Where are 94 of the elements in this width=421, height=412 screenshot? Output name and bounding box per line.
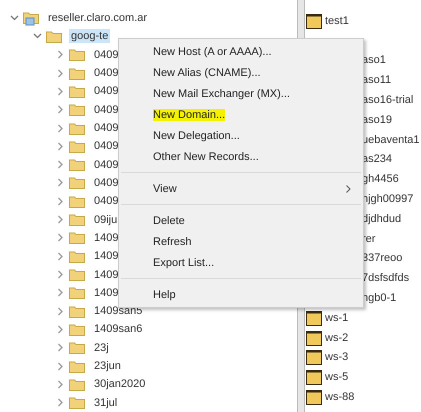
list-item[interactable]: 337reoo bbox=[362, 252, 402, 264]
expand-icon[interactable] bbox=[56, 306, 65, 316]
folder-icon bbox=[69, 103, 85, 116]
expand-icon[interactable] bbox=[56, 380, 65, 389]
folder-icon bbox=[69, 84, 85, 98]
list-item[interactable]: ws-88 bbox=[325, 391, 354, 404]
tree-item[interactable]: 0409 bbox=[92, 84, 120, 98]
tree-item[interactable]: 0409 bbox=[92, 158, 120, 172]
folder-icon bbox=[306, 389, 322, 406]
tree-item[interactable]: reseller.claro.com.ar bbox=[46, 11, 150, 26]
folder-icon bbox=[69, 140, 85, 153]
expand-icon[interactable] bbox=[56, 105, 65, 114]
tree-item[interactable]: 1409 bbox=[92, 230, 120, 245]
list-item[interactable]: ws-5 bbox=[325, 371, 348, 384]
tree-item[interactable]: 31jul bbox=[92, 396, 120, 410]
folder-icon bbox=[306, 310, 322, 326]
tree-item[interactable]: 0409 bbox=[92, 66, 120, 80]
tree-item[interactable]: 30jan2020 bbox=[92, 377, 148, 392]
folder-icon bbox=[306, 349, 322, 366]
tree-item[interactable]: 1409 bbox=[92, 249, 120, 264]
list-item[interactable]: ws-3 bbox=[325, 351, 348, 364]
folder-icon bbox=[69, 213, 85, 226]
tree-item[interactable]: 0409 bbox=[92, 139, 120, 154]
list-item[interactable]: 7dsfsdfds bbox=[362, 272, 410, 284]
expand-icon[interactable] bbox=[56, 398, 65, 408]
folder-icon bbox=[69, 231, 85, 244]
menu-item[interactable]: Refresh bbox=[119, 231, 363, 252]
list-item[interactable]: ws-2 bbox=[325, 332, 348, 344]
list-item[interactable]: test1 bbox=[325, 14, 349, 27]
expand-icon[interactable] bbox=[56, 124, 65, 133]
expand-icon[interactable] bbox=[56, 86, 65, 96]
folder-icon bbox=[69, 158, 85, 172]
folder-icon bbox=[69, 194, 85, 208]
folder-icon bbox=[69, 341, 85, 354]
tree-item[interactable]: 09iju bbox=[92, 212, 120, 227]
folder-icon bbox=[306, 330, 322, 346]
menu-item[interactable]: New Host (A or AAAA)... bbox=[119, 41, 363, 62]
menu-item[interactable]: View bbox=[119, 178, 363, 199]
tree-item[interactable]: 0409 bbox=[92, 194, 120, 208]
tree-item[interactable]: 0409 bbox=[92, 176, 120, 190]
menu-item[interactable]: Other New Records... bbox=[119, 146, 363, 167]
expand-icon[interactable] bbox=[56, 270, 65, 280]
expand-icon[interactable] bbox=[56, 252, 65, 261]
expand-icon[interactable] bbox=[56, 68, 65, 78]
tree-item[interactable]: 0409 bbox=[92, 121, 120, 136]
menu-item[interactable]: New Delegation... bbox=[119, 125, 363, 146]
list-item[interactable]: hjgh00997 bbox=[362, 193, 414, 206]
folder-icon bbox=[69, 48, 85, 62]
folder-icon bbox=[69, 268, 85, 282]
expand-icon[interactable] bbox=[56, 288, 65, 298]
collapse-icon[interactable] bbox=[10, 15, 19, 22]
tree-item[interactable]: 0409 bbox=[92, 48, 120, 62]
folder-icon bbox=[46, 30, 62, 43]
list-item[interactable]: ws-1 bbox=[325, 312, 348, 324]
menu-item[interactable]: Delete bbox=[119, 210, 363, 231]
expand-icon[interactable] bbox=[56, 343, 65, 352]
expand-icon[interactable] bbox=[56, 160, 65, 170]
folder-icon bbox=[69, 66, 85, 80]
zone-icon bbox=[23, 10, 39, 26]
folder-icon bbox=[69, 396, 85, 410]
folder-icon bbox=[69, 176, 85, 190]
collapse-icon[interactable] bbox=[33, 33, 42, 40]
tree-item[interactable]: 0409 bbox=[92, 102, 120, 117]
expand-icon[interactable] bbox=[56, 233, 65, 242]
folder-icon bbox=[69, 322, 85, 336]
folder-icon bbox=[69, 360, 85, 373]
expand-icon[interactable] bbox=[56, 362, 65, 371]
menu-item[interactable]: Help bbox=[119, 284, 363, 305]
folder-icon bbox=[69, 304, 85, 318]
tree-item[interactable]: 1409san6 bbox=[92, 322, 144, 336]
expand-icon[interactable] bbox=[56, 142, 65, 151]
tree-item[interactable]: 23j bbox=[92, 340, 111, 355]
folder-icon bbox=[306, 12, 322, 29]
expand-icon[interactable] bbox=[56, 215, 65, 224]
list-item[interactable]: aso16-trial bbox=[362, 94, 414, 106]
folder-icon bbox=[69, 286, 85, 300]
expand-icon[interactable] bbox=[56, 178, 65, 188]
menu-item[interactable]: New Alias (CNAME)... bbox=[119, 62, 363, 83]
folder-icon bbox=[69, 122, 85, 135]
folder-icon bbox=[306, 369, 322, 386]
expand-icon[interactable] bbox=[56, 50, 65, 60]
tree-item[interactable]: 1409 bbox=[92, 286, 120, 300]
menu-item[interactable]: Export List... bbox=[119, 252, 363, 273]
tree-item[interactable]: 23jun bbox=[92, 359, 123, 374]
tree-item[interactable]: 1409 bbox=[92, 268, 120, 282]
tree-item[interactable]: 1409san5 bbox=[92, 304, 144, 318]
folder-icon bbox=[69, 250, 85, 263]
expand-icon[interactable] bbox=[56, 196, 65, 206]
list-item[interactable]: uebaventa1 bbox=[362, 134, 420, 146]
folder-icon bbox=[69, 378, 85, 391]
menu-item[interactable]: New Mail Exchanger (MX)... bbox=[119, 83, 363, 104]
expand-icon[interactable] bbox=[56, 324, 65, 334]
tree-item[interactable]: goog-te bbox=[69, 29, 110, 44]
menu-item[interactable]: New Domain... bbox=[119, 104, 363, 125]
